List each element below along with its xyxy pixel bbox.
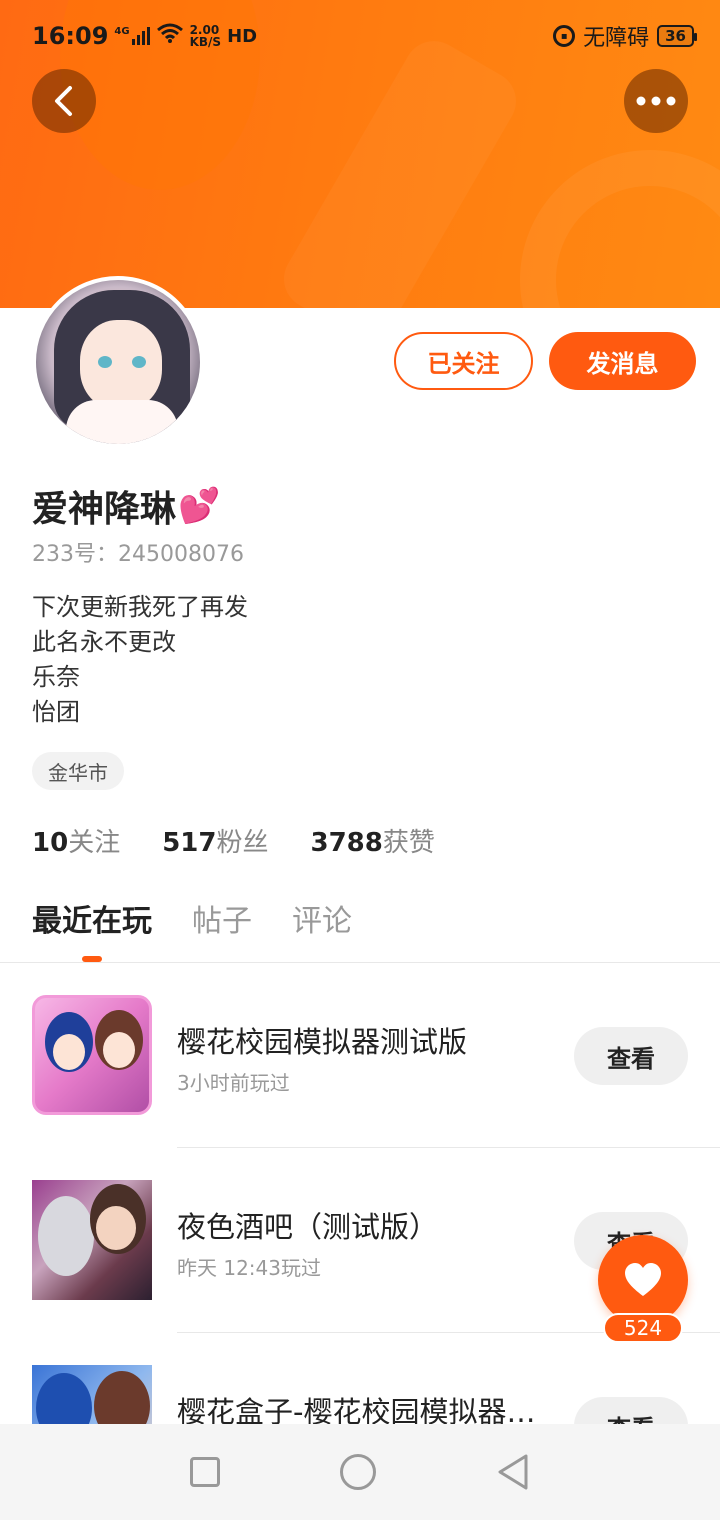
like-button[interactable] bbox=[598, 1235, 688, 1325]
game-last-played: 昨天 12:43玩过 bbox=[177, 1256, 321, 1280]
game-list-item[interactable]: 樱花校园模拟器测试版 3小时前玩过 查看 bbox=[0, 995, 720, 1181]
tab-comments[interactable]: 评论 bbox=[292, 896, 352, 940]
send-message-button[interactable]: 发消息 bbox=[549, 332, 696, 390]
header-decoration bbox=[520, 150, 720, 308]
network-speed: 2.00 KB/S bbox=[190, 24, 221, 48]
profile-tabs: 最近在玩 帖子 评论 bbox=[32, 896, 352, 940]
bio-line: 乐奈 bbox=[32, 663, 80, 691]
avatar-eye bbox=[132, 356, 146, 368]
rotation-lock-icon: ▪ bbox=[553, 25, 576, 47]
avatar-body bbox=[66, 400, 178, 444]
avatar[interactable] bbox=[32, 276, 204, 448]
stat-label: 获赞 bbox=[382, 828, 435, 858]
character-face bbox=[103, 1032, 135, 1068]
tab-divider bbox=[0, 962, 720, 963]
battery-indicator: 36 bbox=[657, 25, 697, 47]
bio-line: 下次更新我死了再发 bbox=[32, 593, 248, 621]
game-thumbnail bbox=[32, 1180, 152, 1300]
status-right: ▪ 无障碍 36 bbox=[553, 20, 697, 52]
followed-button[interactable]: 已关注 bbox=[394, 332, 533, 390]
game-title: 夜色酒吧（测试版） bbox=[177, 1210, 439, 1244]
username-text: 爱神降琳 bbox=[32, 489, 177, 530]
like-count: 524 bbox=[603, 1313, 683, 1343]
view-button[interactable]: 查看 bbox=[574, 1027, 688, 1085]
back-button[interactable] bbox=[32, 69, 96, 133]
character-hair bbox=[38, 1196, 94, 1276]
status-left: 16:09 4G 2.00 KB/S HD bbox=[32, 22, 257, 50]
character-face bbox=[96, 1206, 136, 1250]
list-divider bbox=[177, 1147, 720, 1148]
character-face bbox=[53, 1034, 85, 1070]
user-id: 233号：245008076 bbox=[32, 542, 244, 567]
home-button[interactable] bbox=[340, 1454, 376, 1490]
game-title: 樱花校园模拟器测试版 bbox=[177, 1025, 468, 1059]
more-dots-icon bbox=[636, 96, 676, 106]
stat-value: 3788 bbox=[310, 828, 383, 858]
stat-likes[interactable]: 3788获赞 bbox=[311, 822, 435, 859]
bio-line: 此名永不更改 bbox=[32, 628, 176, 656]
hd-indicator: HD bbox=[227, 25, 258, 47]
username: 爱神降琳 💕 bbox=[32, 480, 220, 532]
tab-posts[interactable]: 帖子 bbox=[192, 896, 252, 940]
bio: 下次更新我死了再发 此名永不更改 乐奈 怡团 bbox=[32, 590, 248, 730]
stat-label: 关注 bbox=[68, 828, 121, 858]
wifi-icon bbox=[156, 22, 184, 50]
stat-value: 10 bbox=[32, 828, 69, 858]
bio-line: 怡团 bbox=[32, 698, 80, 726]
stats-row: 10关注 517粉丝 3788获赞 bbox=[32, 822, 435, 859]
hearts-emoji: 💕 bbox=[178, 486, 221, 526]
recents-button[interactable] bbox=[190, 1457, 220, 1487]
status-time: 16:09 bbox=[32, 22, 109, 50]
stat-followers[interactable]: 517粉丝 bbox=[162, 822, 268, 859]
system-navigation-bar bbox=[0, 1424, 720, 1520]
signal-icon: 4G bbox=[114, 26, 150, 45]
status-bar: 16:09 4G 2.00 KB/S HD ▪ 无障碍 36 bbox=[0, 0, 720, 72]
back-triangle-icon[interactable] bbox=[496, 1453, 530, 1491]
avatar-face bbox=[80, 320, 162, 410]
network-type: 4G bbox=[114, 26, 130, 37]
avatar-eye bbox=[98, 356, 112, 368]
speed-unit: KB/S bbox=[189, 35, 222, 49]
heart-icon bbox=[625, 1263, 661, 1296]
game-last-played: 3小时前玩过 bbox=[177, 1071, 290, 1095]
stat-label: 粉丝 bbox=[216, 828, 269, 858]
stat-following[interactable]: 10关注 bbox=[32, 822, 120, 859]
chevron-left-icon bbox=[55, 86, 72, 116]
accessibility-label: 无障碍 bbox=[583, 26, 650, 51]
tab-recently-played[interactable]: 最近在玩 bbox=[32, 896, 152, 940]
stat-value: 517 bbox=[162, 828, 217, 858]
more-options-button[interactable] bbox=[624, 69, 688, 133]
game-thumbnail bbox=[32, 995, 152, 1115]
location-tag: 金华市 bbox=[32, 752, 124, 790]
